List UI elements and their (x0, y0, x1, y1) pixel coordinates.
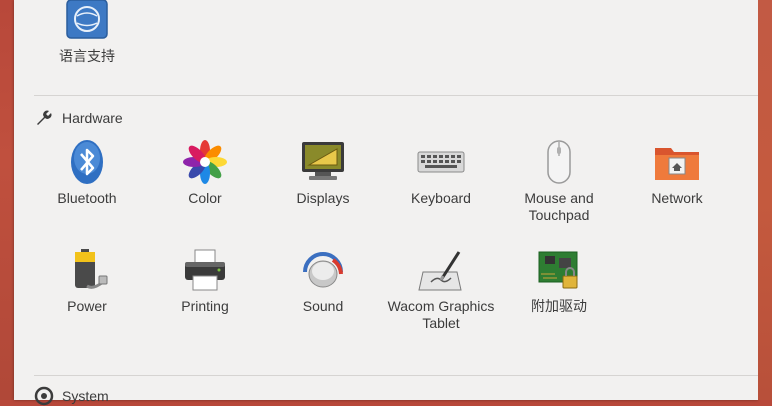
circuit-board-lock-icon (538, 251, 578, 289)
wacom-tablet-item[interactable]: Wacom Graphics Tablet (386, 246, 496, 332)
sound-item[interactable]: Sound (268, 246, 378, 315)
section-separator (34, 95, 760, 96)
settings-panel: 语言支持 Hardware Bluetooth Color Displays K… (14, 0, 760, 406)
language-support-item[interactable]: 语言支持 (32, 0, 142, 65)
display-monitor-icon (302, 142, 344, 180)
keyboard-label: Keyboard (411, 190, 471, 206)
power-label: Power (67, 298, 107, 314)
network-label: Network (651, 190, 703, 206)
additional-drivers-label: 附加驱动 (531, 298, 587, 314)
color-label: Color (188, 190, 222, 206)
system-section-header: System (34, 386, 109, 406)
bluetooth-icon (71, 140, 103, 184)
displays-item[interactable]: Displays (268, 138, 378, 207)
printing-item[interactable]: Printing (150, 246, 260, 315)
mouse-icon (547, 140, 571, 184)
mouse-touchpad-label: Mouse and Touchpad (524, 190, 594, 223)
network-item[interactable]: Network (622, 138, 732, 207)
color-flower-icon (183, 140, 227, 184)
wacom-tablet-label: Wacom Graphics Tablet (387, 298, 495, 331)
section-separator (34, 375, 760, 376)
printing-label: Printing (181, 298, 229, 314)
language-support-label: 语言支持 (59, 48, 115, 64)
printer-icon (185, 249, 225, 291)
wrench-icon (37, 110, 52, 125)
power-item[interactable]: Power (32, 246, 142, 315)
hardware-section-header: Hardware (34, 108, 123, 128)
globe-icon (66, 0, 108, 39)
system-section-title: System (62, 388, 109, 404)
volume-knob-icon (303, 252, 343, 288)
color-item[interactable]: Color (150, 138, 260, 207)
system-icon (34, 386, 54, 406)
keyboard-item[interactable]: Keyboard (386, 138, 496, 207)
bluetooth-label: Bluetooth (57, 190, 117, 206)
additional-drivers-item[interactable]: 附加驱动 (504, 246, 614, 315)
network-folder-icon (655, 148, 699, 180)
graphics-tablet-icon (418, 251, 462, 291)
sound-label: Sound (302, 298, 344, 314)
keyboard-icon (417, 151, 465, 173)
mouse-touchpad-item[interactable]: Mouse and Touchpad (504, 138, 614, 224)
displays-label: Displays (296, 190, 350, 206)
bluetooth-item[interactable]: Bluetooth (32, 138, 142, 207)
hardware-section-title: Hardware (62, 110, 123, 126)
battery-power-icon (75, 249, 108, 289)
desktop-background-edge (758, 0, 772, 400)
